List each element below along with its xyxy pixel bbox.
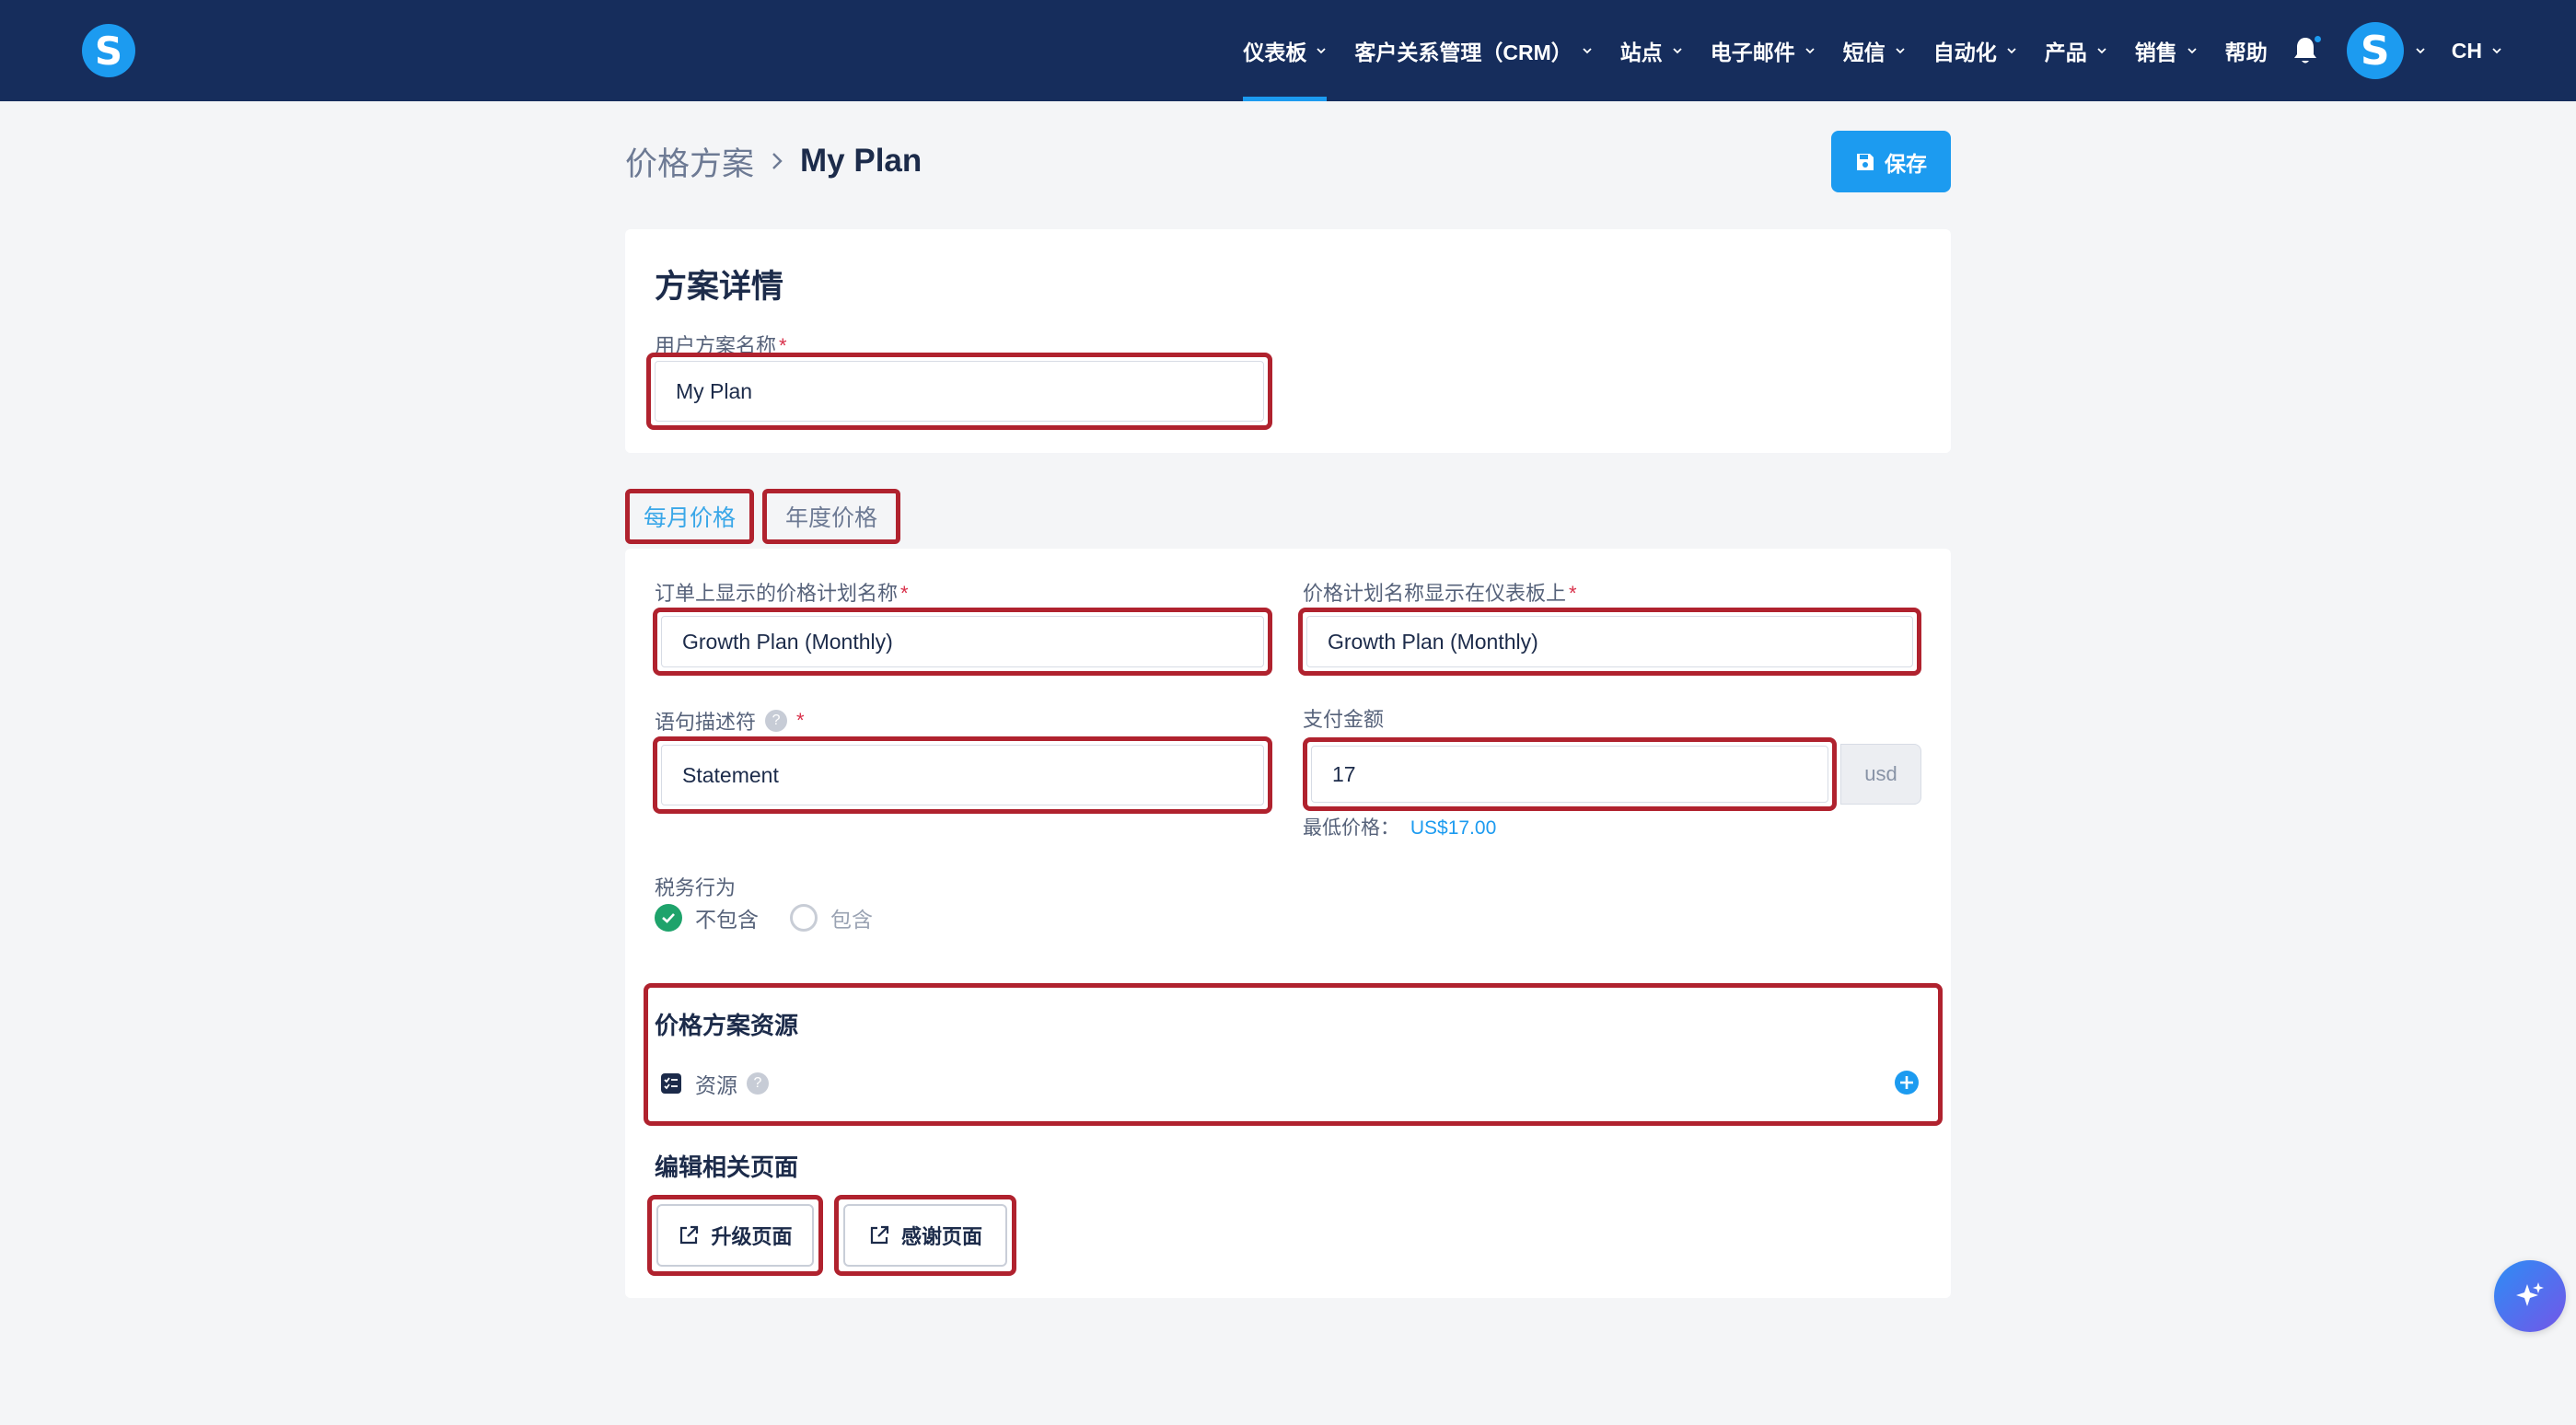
tax-behavior-label: 税务行为	[655, 876, 737, 899]
menu-item-sales[interactable]: 销售	[2135, 0, 2198, 101]
min-price-label: 最低价格：	[1303, 817, 1399, 839]
menu-item-help[interactable]: 帮助	[2225, 0, 2268, 101]
resources-label: 资源	[695, 1073, 737, 1097]
chevron-down-icon	[2007, 48, 2016, 54]
amount-field-wrapper: 17	[1303, 737, 1837, 811]
breadcrumb-root-link[interactable]: 价格方案	[625, 138, 754, 185]
related-pages-title: 编辑相关页面	[655, 1153, 799, 1181]
brand-logo[interactable]: S	[82, 24, 135, 77]
account-menu-toggle[interactable]	[2415, 45, 2426, 56]
chevron-down-icon	[2492, 48, 2501, 54]
save-button[interactable]: 保存	[1831, 131, 1951, 192]
ai-assistant-button[interactable]	[2494, 1260, 2566, 1332]
chevron-down-icon	[1583, 48, 1592, 54]
menu-item-label: 短信	[1842, 41, 1886, 64]
amount-input[interactable]: 17	[1311, 746, 1828, 803]
notifications-button[interactable]	[2292, 32, 2323, 69]
dashboard-name-label: 价格计划名称显示在仪表板上 *	[1303, 577, 1577, 607]
menu-item-label: 站点	[1619, 41, 1663, 64]
radio-included-label: 包含	[830, 908, 873, 932]
plan-name-input[interactable]: My Plan	[655, 361, 1264, 422]
descriptor-input[interactable]: Statement	[661, 745, 1264, 805]
sparkle-icon	[2516, 1282, 2544, 1306]
chevron-down-icon	[1317, 48, 1327, 54]
required-asterisk: *	[900, 582, 909, 605]
user-avatar[interactable]: S	[2346, 22, 2404, 79]
external-link-icon	[870, 1225, 889, 1245]
tab-annual-price[interactable]: 年度价格	[762, 489, 900, 544]
checklist-icon	[661, 1073, 681, 1094]
descriptor-field-wrapper: Statement	[653, 736, 1272, 814]
plan-details-title: 方案详情	[655, 269, 784, 305]
chevron-down-icon	[2187, 48, 2197, 54]
descriptor-label: 语句描述符 ? *	[655, 706, 805, 736]
check-icon	[662, 913, 675, 923]
min-price-hint: 最低价格： US$17.00	[1303, 813, 1496, 840]
min-price-value: US$17.00	[1410, 817, 1497, 839]
radio-excluded-label: 不包含	[695, 908, 759, 932]
thanks-page-button-wrapper: 感谢页面	[834, 1195, 1016, 1276]
plan-name-field-wrapper: My Plan	[646, 353, 1272, 430]
help-icon[interactable]: ?	[747, 1072, 769, 1095]
menu-item-dashboard[interactable]: 仪表板	[1243, 0, 1328, 101]
chevron-down-icon	[1805, 48, 1815, 54]
tab-monthly-price[interactable]: 每月价格	[625, 489, 754, 544]
order-name-label-text: 订单上显示的价格计划名称	[655, 582, 899, 605]
menu-item-email[interactable]: 电子邮件	[1711, 0, 1816, 101]
main-menu: 仪表板 客户关系管理（CRM） 站点 电子邮件 短信 自动化 产品 销售 帮助 …	[1215, 0, 2502, 101]
upgrade-page-button-wrapper: 升级页面	[647, 1195, 823, 1276]
chevron-down-icon	[1673, 48, 1682, 54]
menu-item-automation[interactable]: 自动化	[1933, 0, 2017, 101]
menu-item-sites[interactable]: 站点	[1620, 0, 1683, 101]
tax-behavior-group: 不包含 包含	[655, 902, 873, 933]
chevron-down-icon	[2097, 48, 2106, 54]
menu-item-label: 产品	[2044, 41, 2087, 64]
dashboard-name-field-wrapper: Growth Plan (Monthly)	[1298, 608, 1921, 676]
thanks-page-label: 感谢页面	[900, 1225, 982, 1248]
plus-circle-icon	[1895, 1071, 1919, 1095]
menu-item-label: 帮助	[2224, 41, 2268, 64]
radio-excluded[interactable]	[655, 904, 682, 932]
descriptor-label-text: 语句描述符	[655, 711, 757, 734]
menu-item-products[interactable]: 产品	[2045, 0, 2107, 101]
notification-dot	[2312, 34, 2323, 44]
top-nav: S 仪表板 客户关系管理（CRM） 站点 电子邮件 短信 自动化 产品 销售 帮…	[0, 0, 2576, 101]
order-name-label: 订单上显示的价格计划名称 *	[655, 577, 909, 607]
external-link-icon	[680, 1225, 699, 1245]
menu-item-sms[interactable]: 短信	[1843, 0, 1906, 101]
order-name-field-wrapper: Growth Plan (Monthly)	[653, 608, 1272, 676]
resources-section	[644, 983, 1943, 1126]
menu-item-label: 仪表板	[1243, 41, 1307, 64]
chevron-down-icon	[1896, 48, 1905, 54]
dashboard-name-label-text: 价格计划名称显示在仪表板上	[1303, 582, 1567, 605]
menu-item-crm[interactable]: 客户关系管理（CRM）	[1354, 0, 1592, 101]
menu-item-label: 客户关系管理（CRM）	[1354, 41, 1572, 64]
chevron-right-icon	[772, 153, 783, 169]
resources-row: 资源 ?	[660, 1068, 769, 1099]
add-resource-button[interactable]	[1894, 1070, 1920, 1100]
upgrade-page-button[interactable]: 升级页面	[656, 1204, 814, 1267]
save-button-label: 保存	[1885, 151, 1927, 176]
order-name-input[interactable]: Growth Plan (Monthly)	[661, 616, 1264, 667]
help-icon[interactable]: ?	[765, 710, 788, 732]
menu-item-label: 自动化	[1932, 41, 1997, 64]
amount-label: 支付金额	[1303, 708, 1385, 731]
menu-item-label: 销售	[2134, 41, 2177, 64]
language-label: CH	[2451, 38, 2482, 63]
resources-title: 价格方案资源	[655, 1012, 799, 1039]
save-icon	[1857, 153, 1874, 170]
chevron-down-icon	[2416, 48, 2425, 54]
page-title: My Plan	[800, 143, 922, 179]
required-asterisk: *	[1569, 582, 1577, 605]
currency-addon: usd	[1840, 744, 1921, 805]
language-selector[interactable]: CH	[2452, 39, 2502, 64]
upgrade-page-label: 升级页面	[711, 1225, 793, 1248]
radio-included[interactable]	[790, 904, 818, 932]
thanks-page-button[interactable]: 感谢页面	[843, 1204, 1007, 1267]
dashboard-name-input[interactable]: Growth Plan (Monthly)	[1306, 616, 1913, 667]
breadcrumb: 价格方案 My Plan	[625, 138, 922, 184]
menu-item-label: 电子邮件	[1710, 41, 1795, 64]
required-asterisk: *	[796, 709, 805, 732]
